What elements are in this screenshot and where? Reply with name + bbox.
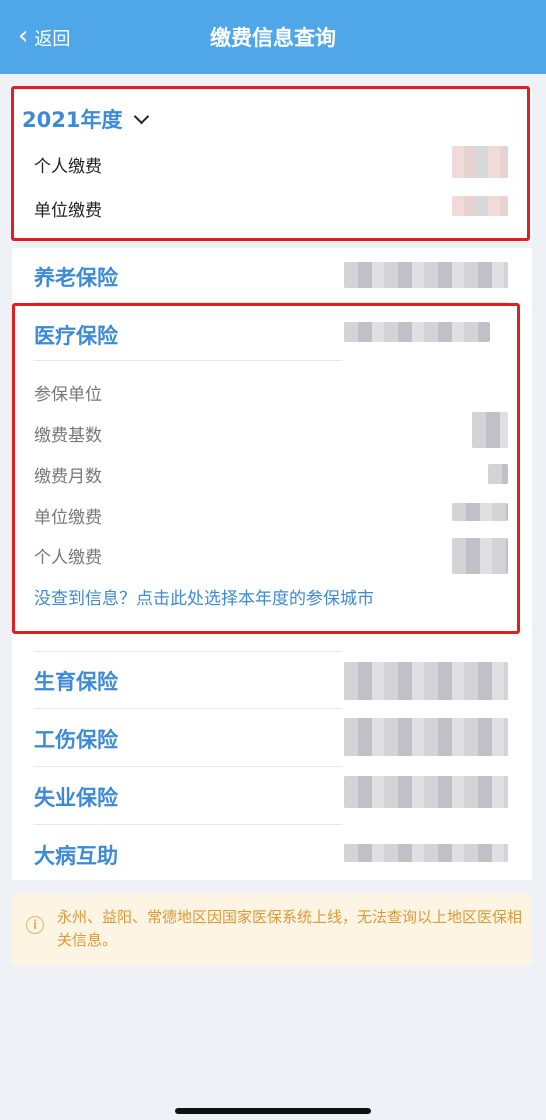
highlight-box-medical xyxy=(12,303,520,634)
insurance-item-maternity[interactable]: 生育保险 xyxy=(34,666,118,696)
divider xyxy=(34,824,342,825)
divider xyxy=(34,766,342,767)
page-title: 缴费信息查询 xyxy=(210,26,336,50)
injury-value-redacted xyxy=(344,718,508,756)
pension-value-redacted xyxy=(344,262,508,288)
insurance-item-critical-illness[interactable]: 大病互助 xyxy=(34,840,118,870)
nav-bar: ‹ 返回 缴费信息查询 xyxy=(0,0,546,74)
highlight-box-year xyxy=(11,86,530,241)
divider xyxy=(34,651,342,652)
critical-illness-value-redacted xyxy=(344,844,508,862)
insurance-item-pension[interactable]: 养老保险 xyxy=(34,262,118,292)
info-icon: i xyxy=(26,916,44,934)
divider xyxy=(34,708,342,709)
unemployment-value-redacted xyxy=(344,776,508,808)
home-indicator xyxy=(175,1108,371,1114)
notice-text: 永州、益阳、常德地区因国家医保系统上线，无法查询以上地区医保相关信息。 xyxy=(57,908,523,949)
insurance-item-unemployment[interactable]: 失业保险 xyxy=(34,782,118,812)
notice-banner: i 永州、益阳、常德地区因国家医保系统上线，无法查询以上地区医保相关信息。 xyxy=(12,894,532,966)
insurance-item-injury[interactable]: 工伤保险 xyxy=(34,724,118,754)
maternity-value-redacted xyxy=(344,662,508,700)
